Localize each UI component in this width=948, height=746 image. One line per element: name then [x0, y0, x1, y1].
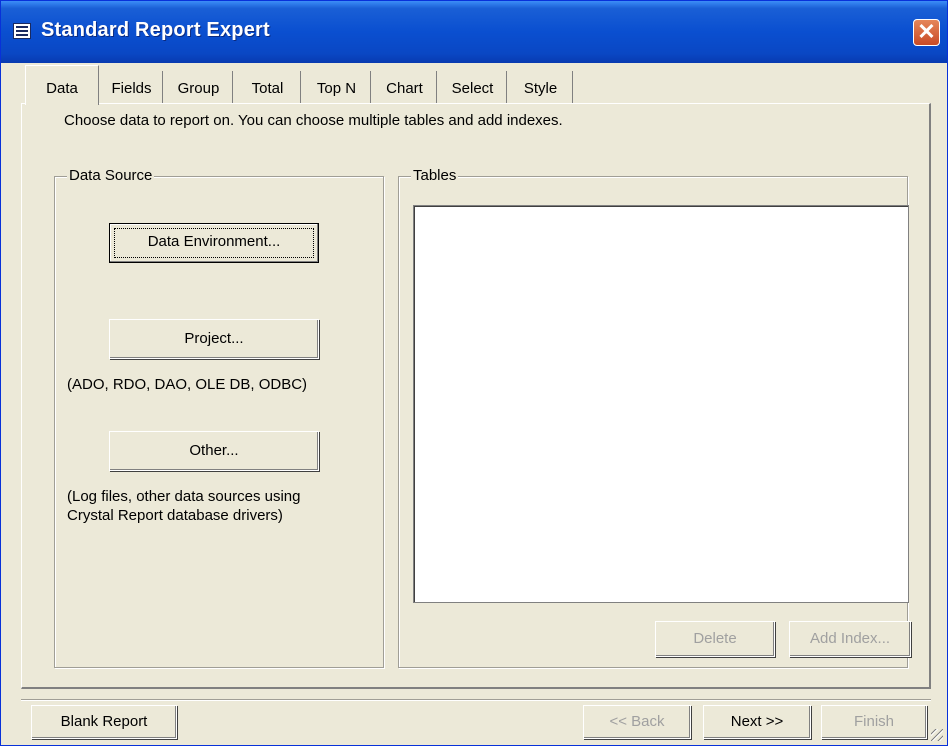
tab-fields[interactable]: Fields: [101, 71, 163, 105]
data-tab-panel: Choose data to report on. You can choose…: [21, 103, 931, 689]
next-button-label: Next >>: [730, 713, 784, 730]
data-environment-button[interactable]: Data Environment...: [109, 223, 319, 263]
tab-chart[interactable]: Chart: [373, 71, 437, 105]
project-note: (ADO, RDO, DAO, OLE DB, ODBC): [67, 376, 308, 393]
finish-button-label: Finish: [853, 713, 894, 730]
add-index-button-label: Add Index...: [809, 630, 891, 647]
window-title: Standard Report Expert: [41, 19, 270, 41]
tab-select[interactable]: Select: [439, 71, 507, 105]
tab-style[interactable]: Style: [509, 71, 573, 105]
instruction-text: Choose data to report on. You can choose…: [64, 112, 563, 129]
delete-button[interactable]: Delete: [655, 621, 775, 657]
back-button-label: << Back: [609, 713, 665, 730]
standard-report-expert-window: Standard Report Expert ✕ Data Fields Gro…: [0, 0, 948, 746]
data-source-label: Data Source: [67, 167, 155, 184]
footer-separator: [21, 699, 931, 701]
app-icon: [13, 23, 31, 39]
delete-button-label: Delete: [693, 630, 737, 647]
tables-group: Tables Delete Add Index...: [398, 167, 911, 668]
tables-list[interactable]: [413, 205, 909, 603]
tab-total[interactable]: Total: [235, 71, 301, 105]
dialog-body: Data Fields Group Total Top N Chart Sele…: [1, 63, 947, 745]
tab-data[interactable]: Data: [25, 65, 99, 105]
data-source-group: Data Source Data Environment... Project.…: [54, 167, 384, 668]
other-note-line2: Crystal Report database drivers): [67, 507, 283, 524]
resize-grip[interactable]: [931, 729, 943, 741]
other-button[interactable]: Other...: [109, 431, 319, 471]
back-button[interactable]: << Back: [583, 705, 691, 739]
other-note-line1: (Log files, other data sources using: [67, 488, 301, 505]
tab-group[interactable]: Group: [165, 71, 233, 105]
blank-report-button-label: Blank Report: [60, 713, 148, 730]
blank-report-button[interactable]: Blank Report: [31, 705, 177, 739]
tables-label: Tables: [411, 167, 459, 184]
add-index-button[interactable]: Add Index...: [789, 621, 911, 657]
next-button[interactable]: Next >>: [703, 705, 811, 739]
focus-rect: [114, 228, 314, 258]
finish-button[interactable]: Finish: [821, 705, 927, 739]
project-button-label: Project...: [184, 330, 244, 347]
other-button-label: Other...: [189, 442, 239, 459]
title-bar[interactable]: Standard Report Expert ✕: [1, 1, 947, 63]
tab-top-n[interactable]: Top N: [303, 71, 371, 105]
close-button[interactable]: ✕: [913, 19, 940, 46]
project-button[interactable]: Project...: [109, 319, 319, 359]
